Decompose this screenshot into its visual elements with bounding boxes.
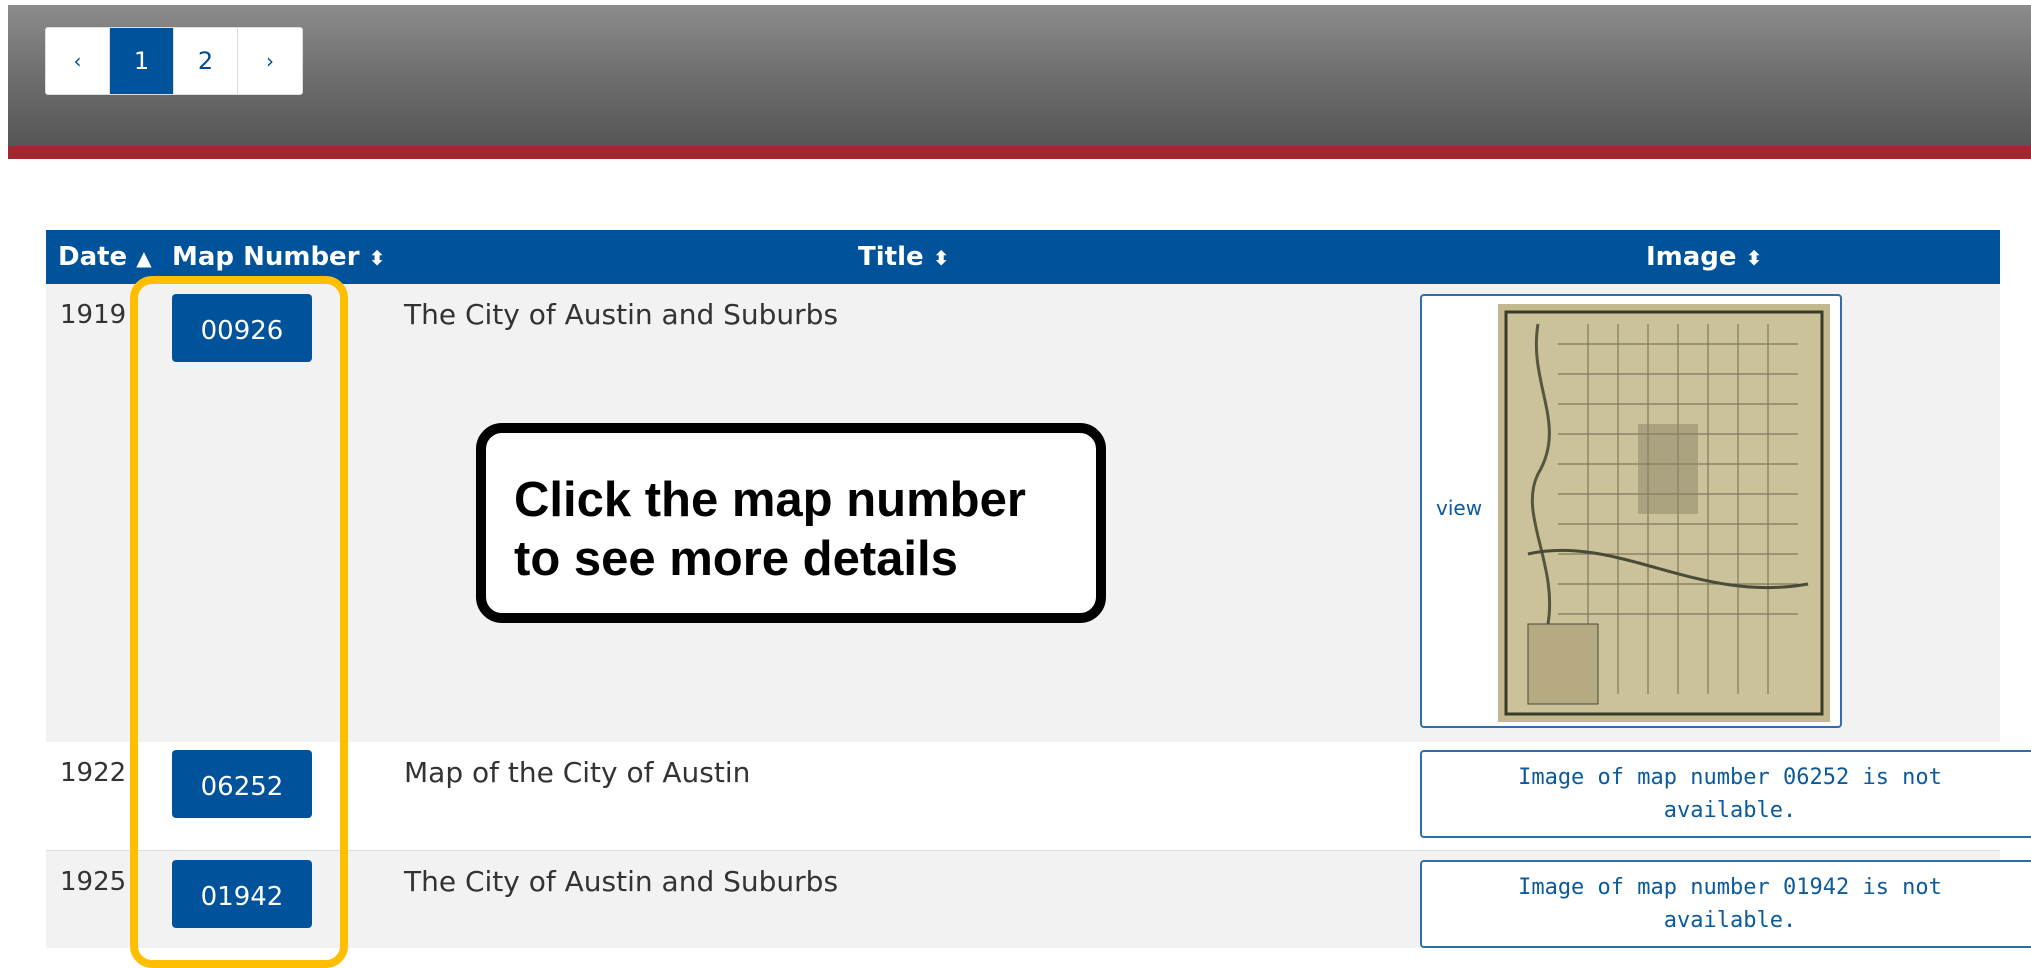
row-title: The City of Austin and Suburbs: [404, 298, 839, 331]
callout-line-1: Click the map number: [514, 473, 1026, 527]
row-date: 1925: [60, 867, 127, 897]
map-image-link[interactable]: view: [1420, 294, 1842, 728]
column-image[interactable]: Image ⬍: [1646, 242, 1762, 272]
row-date: 1919: [60, 300, 127, 330]
row-title: The City of Austin and Suburbs: [404, 865, 839, 898]
column-label: Image: [1646, 242, 1737, 272]
map-thumbnail[interactable]: [1498, 304, 1830, 722]
map-number-highlight: [130, 276, 348, 968]
banner-divider: [8, 146, 2031, 159]
page-2-button[interactable]: 2: [174, 28, 238, 94]
column-title[interactable]: Title ⬍: [858, 242, 949, 272]
prev-page-button[interactable]: ‹: [46, 28, 110, 94]
top-banner: [8, 5, 2031, 151]
sort-icon: ⬍: [368, 246, 386, 270]
column-label: Title: [858, 242, 924, 272]
sort-icon: ⬍: [1745, 246, 1763, 270]
sort-icon: ⬍: [932, 246, 950, 270]
image-unavailable-note: Image of map number 01942 is not availab…: [1420, 860, 2031, 948]
page-1-button[interactable]: 1: [110, 28, 174, 94]
image-unavailable-note: Image of map number 06252 is not availab…: [1420, 750, 2031, 838]
column-map-number[interactable]: Map Number ⬍: [172, 242, 385, 272]
row-title: Map of the City of Austin: [404, 756, 751, 789]
sort-asc-icon: ▲: [136, 246, 152, 270]
column-label: Map Number: [172, 242, 360, 272]
table-header: Date ▲ Map Number ⬍ Title ⬍ Image ⬍: [46, 230, 2000, 284]
next-page-button[interactable]: ›: [238, 28, 302, 94]
callout-line-2: to see more details: [514, 531, 958, 586]
pagination: ‹ 1 2 ›: [45, 27, 303, 95]
column-date[interactable]: Date ▲: [58, 242, 152, 272]
column-label: Date: [58, 242, 128, 272]
instruction-callout: Click the map number to see more details: [476, 423, 1106, 623]
view-link[interactable]: view: [1436, 496, 1482, 520]
row-date: 1922: [60, 758, 127, 788]
